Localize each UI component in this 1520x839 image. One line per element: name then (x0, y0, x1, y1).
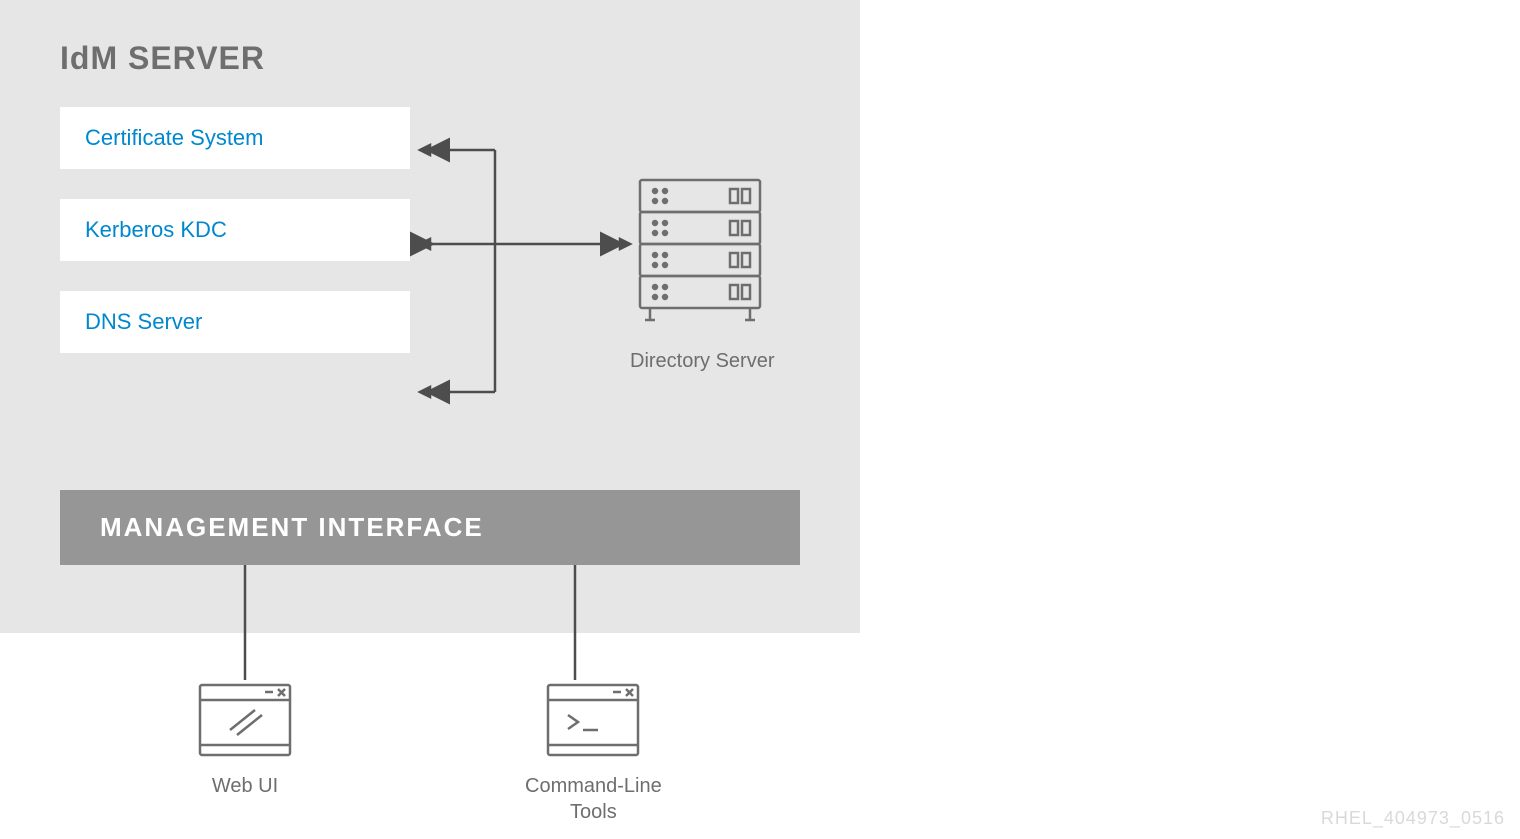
terminal-window-icon (543, 680, 643, 760)
management-label: MANAGEMENT INTERFACE (100, 512, 484, 543)
web-ui-client: Web UI (195, 680, 295, 799)
management-interface-bar: MANAGEMENT INTERFACE (60, 490, 800, 565)
cli-label: Command-LineTools (525, 773, 662, 825)
certificate-system-box: Certificate System (60, 107, 410, 169)
kerberos-kdc-box: Kerberos KDC (60, 199, 410, 261)
web-ui-label: Web UI (195, 773, 295, 799)
directory-server-block: Directory Server (630, 175, 774, 373)
dns-server-box: DNS Server (60, 291, 410, 353)
cli-client: Command-LineTools (525, 680, 662, 825)
server-stack-icon (630, 175, 770, 335)
watermark: RHEL_404973_0516 (1321, 808, 1505, 829)
directory-server-label: Directory Server (630, 350, 774, 373)
server-title: IdM SERVER (60, 40, 800, 77)
service-label: DNS Server (85, 309, 202, 334)
idm-server-container: IdM SERVER Certificate System Kerberos K… (0, 0, 860, 633)
service-label: Certificate System (85, 125, 264, 150)
browser-window-icon (195, 680, 295, 760)
service-label: Kerberos KDC (85, 217, 227, 242)
